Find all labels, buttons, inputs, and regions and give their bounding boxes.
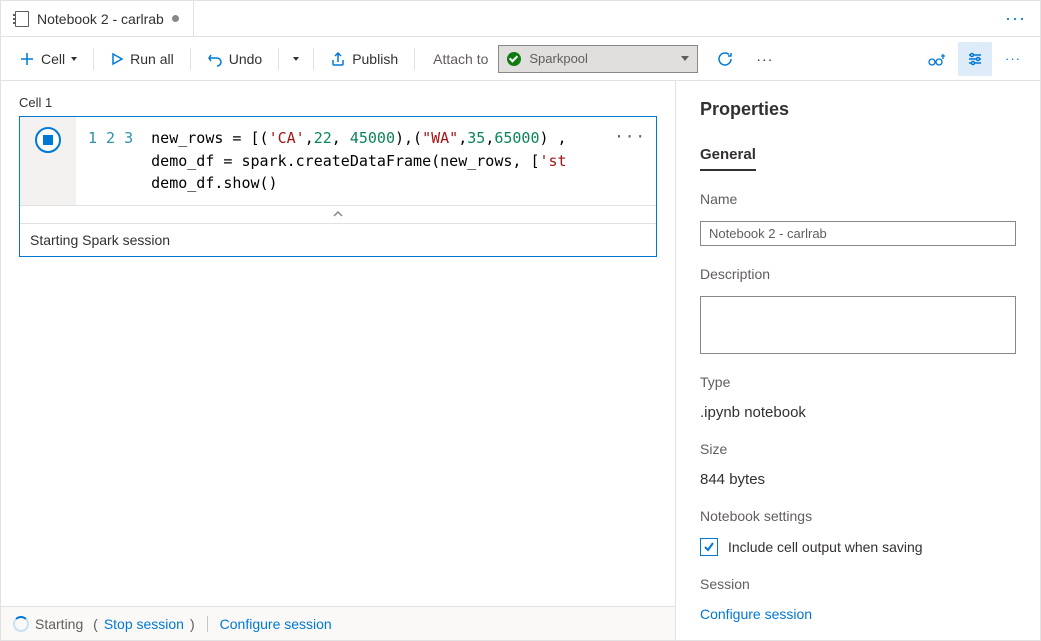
name-label: Name — [700, 191, 1016, 207]
panel-title: Properties — [700, 99, 1016, 120]
size-label: Size — [700, 441, 1016, 457]
pool-name: Sparkpool — [529, 51, 588, 66]
chevron-down-icon — [71, 57, 77, 61]
run-all-label: Run all — [130, 51, 174, 67]
panel-tabs: General — [700, 140, 1016, 171]
session-label: Session — [700, 576, 1016, 592]
chevron-up-icon — [332, 210, 344, 218]
properties-panel: Properties General Name Description Type… — [675, 81, 1040, 640]
spark-pool-select[interactable]: Sparkpool — [498, 45, 698, 73]
configure-session-link[interactable]: Configure session — [220, 616, 332, 632]
check-icon — [703, 541, 715, 553]
editor-area: Cell 1 1 2 3 new_rows = [('CA',22, 45000… — [1, 81, 675, 606]
include-output-label: Include cell output when saving — [728, 539, 923, 555]
toolbar: Cell Run all Undo Publish Attach to Spar… — [1, 37, 1040, 81]
collapse-cell-button[interactable] — [20, 205, 656, 223]
add-cell-button[interactable]: Cell — [11, 45, 85, 73]
paren-open: ( — [89, 616, 98, 632]
properties-button[interactable] — [958, 42, 992, 76]
stop-icon — [43, 135, 53, 145]
run-all-button[interactable]: Run all — [102, 45, 182, 73]
toolbar-more-button[interactable]: ··· — [750, 45, 779, 73]
dirty-indicator-icon — [172, 15, 179, 22]
refresh-icon — [716, 50, 734, 68]
notebook-icon — [15, 11, 29, 27]
undo-icon — [207, 51, 223, 67]
spinner-icon — [13, 616, 29, 632]
settings-label: Notebook settings — [700, 508, 1016, 524]
refresh-button[interactable] — [710, 44, 740, 74]
panel-more-button[interactable]: ··· — [996, 42, 1030, 76]
tab-bar: Notebook 2 - carlrab ··· — [1, 1, 1040, 37]
separator — [190, 48, 191, 70]
separator — [207, 616, 208, 632]
variables-button[interactable] — [920, 42, 954, 76]
redo-dropdown-button[interactable] — [287, 51, 305, 67]
separator — [313, 48, 314, 70]
cell-status: Starting Spark session — [20, 223, 656, 256]
cell-label: Cell — [41, 51, 65, 67]
undo-label: Undo — [229, 51, 262, 67]
include-output-checkbox[interactable] — [700, 538, 718, 556]
cell-label: Cell 1 — [19, 95, 657, 110]
name-input[interactable] — [700, 221, 1016, 246]
session-state: Starting — [35, 616, 83, 632]
chevron-down-icon — [293, 57, 299, 61]
status-bar: Starting ( Stop session) Configure sessio… — [1, 606, 675, 640]
publish-label: Publish — [352, 51, 398, 67]
publish-button[interactable]: Publish — [322, 45, 406, 73]
panel-configure-session-link[interactable]: Configure session — [700, 606, 1016, 622]
cell-more-button[interactable]: ··· — [614, 127, 646, 146]
line-numbers: 1 2 3 — [88, 127, 151, 195]
stop-session-link[interactable]: Stop session — [104, 616, 184, 632]
separator — [278, 48, 279, 70]
code-text: new_rows = [('CA',22, 45000),("WA",35,65… — [151, 127, 644, 195]
tab-more-button[interactable]: ··· — [991, 8, 1040, 29]
description-label: Description — [700, 266, 1016, 282]
undo-button[interactable]: Undo — [199, 45, 270, 73]
status-ok-icon — [507, 52, 521, 66]
code-cell[interactable]: 1 2 3 new_rows = [('CA',22, 45000),("WA"… — [19, 116, 657, 257]
notebook-tab[interactable]: Notebook 2 - carlrab — [1, 1, 194, 36]
separator — [93, 48, 94, 70]
separator — [414, 48, 415, 70]
settings-sliders-icon — [966, 50, 984, 68]
type-value: .ipynb notebook — [700, 404, 1016, 421]
type-label: Type — [700, 374, 1016, 390]
stop-cell-button[interactable] — [35, 127, 61, 153]
plus-icon — [19, 51, 35, 67]
description-input[interactable] — [700, 296, 1016, 354]
code-editor[interactable]: 1 2 3 new_rows = [('CA',22, 45000),("WA"… — [76, 117, 656, 205]
cell-gutter — [20, 117, 76, 205]
play-icon — [110, 52, 124, 66]
chevron-down-icon — [681, 56, 689, 61]
tab-general[interactable]: General — [700, 140, 756, 171]
variables-icon — [927, 50, 947, 68]
publish-icon — [330, 51, 346, 67]
tab-title: Notebook 2 - carlrab — [37, 11, 164, 27]
attach-to-label: Attach to — [423, 51, 494, 67]
paren-close: ) — [190, 616, 195, 632]
size-value: 844 bytes — [700, 471, 1016, 488]
